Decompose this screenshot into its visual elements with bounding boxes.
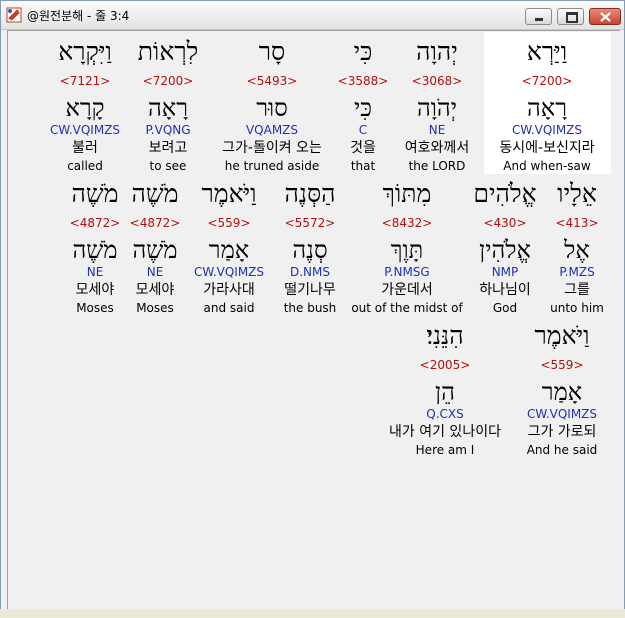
english-gloss: And he said: [526, 443, 598, 457]
english-gloss: called: [67, 159, 103, 173]
strongs-number: <5493>: [246, 74, 298, 88]
strongs-number: <7200>: [521, 74, 573, 88]
hebrew-word: מֹשֶׁה: [71, 179, 119, 208]
maximize-button[interactable]: [557, 8, 584, 25]
hebrew-word: הִנֵּנִי׃: [426, 321, 464, 350]
app-window: @원전분해 - 줄 3:4 וַיַּרְא <7200> רָאָה CW.V…: [0, 0, 625, 618]
close-button[interactable]: [589, 8, 621, 25]
korean-gloss: 모세야: [75, 282, 115, 298]
lemma: הֵן: [435, 378, 455, 406]
window-title: @원전분해 - 줄 3:4: [27, 9, 130, 23]
hebrew-word: סָר: [258, 37, 286, 66]
hebrew-word: וַיַּרְא: [526, 37, 568, 66]
parsing-code: Q.CXS: [426, 407, 464, 421]
hebrew-word: וַיִּקְרָא: [58, 37, 112, 66]
english-gloss: And when-saw: [503, 159, 591, 173]
parsing-code: CW.VQIMZS: [526, 407, 598, 421]
korean-gloss: 내가 여기 있나이다: [389, 424, 501, 440]
lemma: רָאָה: [527, 94, 567, 122]
close-icon: [600, 12, 611, 22]
strongs-number: <7121>: [59, 74, 111, 88]
korean-gloss: 그가-돌이켜 오는: [222, 140, 322, 156]
strongs-number: <2005>: [419, 358, 471, 372]
lemma: אָמַר: [541, 378, 583, 406]
korean-gloss: 동시에-보신지라: [499, 140, 595, 156]
korean-gloss: 불러: [72, 140, 98, 156]
english-gloss: Moses: [76, 301, 114, 315]
parsing-code: NE: [86, 265, 104, 279]
hebrew-word: וַיֹּאמֶר: [534, 321, 590, 350]
strongs-number: <4872>: [69, 216, 121, 230]
english-gloss: Here am I: [415, 443, 475, 457]
english-gloss: he truned aside: [224, 159, 320, 173]
lemma: קָרָא: [65, 94, 105, 122]
lemma: מֹשֶׁה: [72, 236, 118, 264]
app-icon[interactable]: [6, 7, 22, 23]
parsing-code: VQAMZS: [245, 123, 299, 137]
window-bottom-edge: [0, 609, 625, 618]
minimize-button[interactable]: [525, 8, 552, 25]
lemma: סוּר: [256, 94, 288, 122]
parsing-code: CW.VQIMZS: [49, 123, 121, 137]
korean-gloss: 그가 가로되: [527, 424, 597, 440]
title-bar[interactable]: @원전분해 - 줄 3:4: [1, 1, 624, 30]
parsing-code: CW.VQIMZS: [511, 123, 583, 137]
strongs-number: <559>: [540, 358, 584, 372]
